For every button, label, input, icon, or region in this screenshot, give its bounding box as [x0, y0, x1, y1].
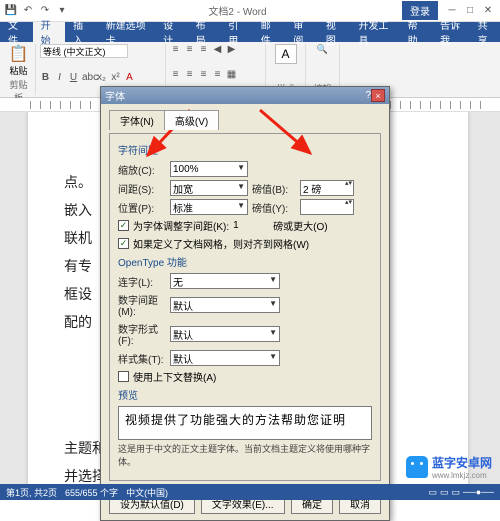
indent-dec-icon[interactable]: ◀ [212, 44, 223, 55]
numspacing-label: 数字间距(M): [118, 292, 166, 318]
tab-font-basic[interactable]: 字体(N) [109, 110, 165, 130]
scale-select[interactable]: 100% [170, 161, 248, 177]
position-pt-label: 磅值(Y): [252, 200, 296, 215]
share-button[interactable]: 共享 [470, 22, 500, 42]
styleset-label: 样式集(T): [118, 351, 166, 366]
section-opentype: OpenType 功能 [118, 254, 372, 269]
dialog-tabs: 字体(N) 高级(V) [109, 110, 381, 130]
dialog-panel: 字符间距 缩放(C): 100% 间距(S): 加宽 磅值(B): 2 磅 位置… [109, 133, 381, 481]
close-icon[interactable]: ✕ [480, 5, 496, 16]
numspacing-select[interactable]: 默认 [170, 297, 280, 313]
ligatures-label: 连字(L): [118, 274, 166, 289]
android-icon [406, 456, 428, 478]
quick-access-toolbar: 💾 ↶ ↷ ▾ [0, 4, 73, 18]
position-select[interactable]: 标准 [170, 199, 248, 215]
ligatures-select[interactable]: 无 [170, 273, 280, 289]
font-dialog: 字体 ? × 字体(N) 高级(V) 字符间距 缩放(C): 100% 间距(S… [100, 86, 390, 521]
spacing-pt-input[interactable]: 2 磅 [300, 180, 354, 196]
align-center-icon[interactable]: ≡ [184, 69, 195, 80]
dialog-titlebar[interactable]: 字体 ? × [101, 87, 389, 104]
align-right-icon[interactable]: ≡ [198, 69, 209, 80]
sub-icon[interactable]: x₂ [96, 72, 107, 83]
tab-help[interactable]: 帮助 [400, 22, 433, 42]
status-words[interactable]: 655/655 个字 [65, 486, 118, 499]
numbering-icon[interactable]: ≡ [184, 44, 195, 55]
tab-developer[interactable]: 开发工具 [350, 22, 399, 42]
maximize-icon[interactable]: □ [462, 5, 478, 16]
styles-gallery[interactable]: A [275, 44, 297, 64]
spacing-label: 间距(S): [118, 181, 166, 196]
italic-icon[interactable]: I [54, 72, 65, 83]
bold-icon[interactable]: B [40, 72, 51, 83]
zoom-slider[interactable]: ──●── [463, 487, 494, 498]
numform-select[interactable]: 默认 [170, 326, 280, 342]
tab-view[interactable]: 视图 [318, 22, 351, 42]
kerning-input[interactable]: 1 [233, 220, 269, 231]
tab-mailings[interactable]: 邮件 [253, 22, 286, 42]
snap-grid-checkbox[interactable]: ✓ [118, 238, 129, 249]
position-pt-input[interactable] [300, 199, 354, 215]
kerning-unit: 磅或更大(O) [273, 218, 327, 233]
tab-review[interactable]: 审阅 [285, 22, 318, 42]
indent-inc-icon[interactable]: ▶ [226, 44, 237, 55]
view-read-icon[interactable]: ▭ [429, 487, 438, 498]
window-title: 文档2 - Word [73, 3, 402, 18]
view-web-icon[interactable]: ▭ [452, 487, 461, 498]
dialog-close-icon[interactable]: × [371, 89, 385, 102]
justify-icon[interactable]: ≡ [212, 69, 223, 80]
position-label: 位置(P): [118, 200, 166, 215]
section-char-spacing: 字符间距 [118, 142, 372, 157]
spacing-pt-label: 磅值(B): [252, 181, 296, 196]
tab-references[interactable]: 引用 [220, 22, 253, 42]
tell-me[interactable]: 告诉我 [432, 22, 470, 42]
tab-file[interactable]: 文件 [0, 22, 33, 42]
bullets-icon[interactable]: ≡ [170, 44, 181, 55]
font-family-select[interactable]: 等线 (中文正文) [40, 44, 128, 58]
snap-grid-label: 如果定义了文档网格，则对齐到网格(W) [133, 236, 309, 251]
tab-addin[interactable]: 新建选项卡 [98, 22, 155, 42]
styleset-select[interactable]: 默认 [170, 350, 280, 366]
save-icon[interactable]: 💾 [4, 4, 18, 18]
kerning-label: 为字体调整字间距(K): [133, 218, 229, 233]
align-left-icon[interactable]: ≡ [170, 69, 181, 80]
paste-label[interactable]: 粘贴 [6, 64, 31, 77]
dialog-title: 字体 [105, 88, 365, 103]
sup-icon[interactable]: x² [110, 72, 121, 83]
section-preview: 预览 [118, 387, 372, 402]
strike-icon[interactable]: abc [82, 72, 93, 83]
qat-more-icon[interactable]: ▾ [55, 4, 69, 18]
preview-box: 视频提供了功能强大的方法帮助您证明 [118, 406, 372, 440]
group-clipboard: 📋 粘贴 剪贴板 [2, 44, 36, 95]
watermark-url: www.lmkjz.com [432, 471, 492, 480]
status-bar: 第1页, 共2页 655/655 个字 中文(中国) ▭ ▭ ▭ ──●── [0, 484, 500, 500]
tab-insert[interactable]: 插入 [65, 22, 98, 42]
undo-icon[interactable]: ↶ [21, 4, 35, 18]
tab-layout[interactable]: 布局 [188, 22, 221, 42]
tab-font-advanced[interactable]: 高级(V) [164, 110, 219, 130]
status-lang[interactable]: 中文(中国) [126, 486, 168, 499]
view-print-icon[interactable]: ▭ [440, 487, 449, 498]
paste-icon[interactable]: 📋 [6, 44, 31, 64]
numform-label: 数字形式(F): [118, 321, 166, 347]
kerning-checkbox[interactable]: ✓ [118, 220, 129, 231]
minimize-icon[interactable]: ─ [444, 5, 460, 16]
preview-note: 这是用于中文的正文主题字体。当前文档主题定义将使用哪种字体。 [118, 442, 372, 468]
watermark: 蓝字安卓网 www.lmkjz.com [406, 454, 492, 480]
tab-design[interactable]: 设计 [155, 22, 188, 42]
watermark-name: 蓝字安卓网 [432, 456, 492, 470]
underline-icon[interactable]: U [68, 72, 79, 83]
spacing-select[interactable]: 加宽 [170, 180, 248, 196]
status-page[interactable]: 第1页, 共2页 [6, 486, 57, 499]
redo-icon[interactable]: ↷ [38, 4, 52, 18]
scale-label: 缩放(C): [118, 162, 166, 177]
shading-icon[interactable]: ▦ [226, 69, 237, 80]
multilevel-icon[interactable]: ≡ [198, 44, 209, 55]
font-color-icon[interactable]: A [124, 72, 135, 83]
ctxalt-checkbox[interactable] [118, 371, 129, 382]
tab-home[interactable]: 开始 [33, 22, 66, 42]
ribbon-tabs: 文件 开始 插入 新建选项卡 设计 布局 引用 邮件 审阅 视图 开发工具 帮助… [0, 22, 500, 42]
window-buttons: ─ □ ✕ [444, 5, 500, 16]
ctxalt-label: 使用上下文替换(A) [133, 369, 216, 384]
find-icon[interactable]: 🔍 [310, 44, 335, 55]
